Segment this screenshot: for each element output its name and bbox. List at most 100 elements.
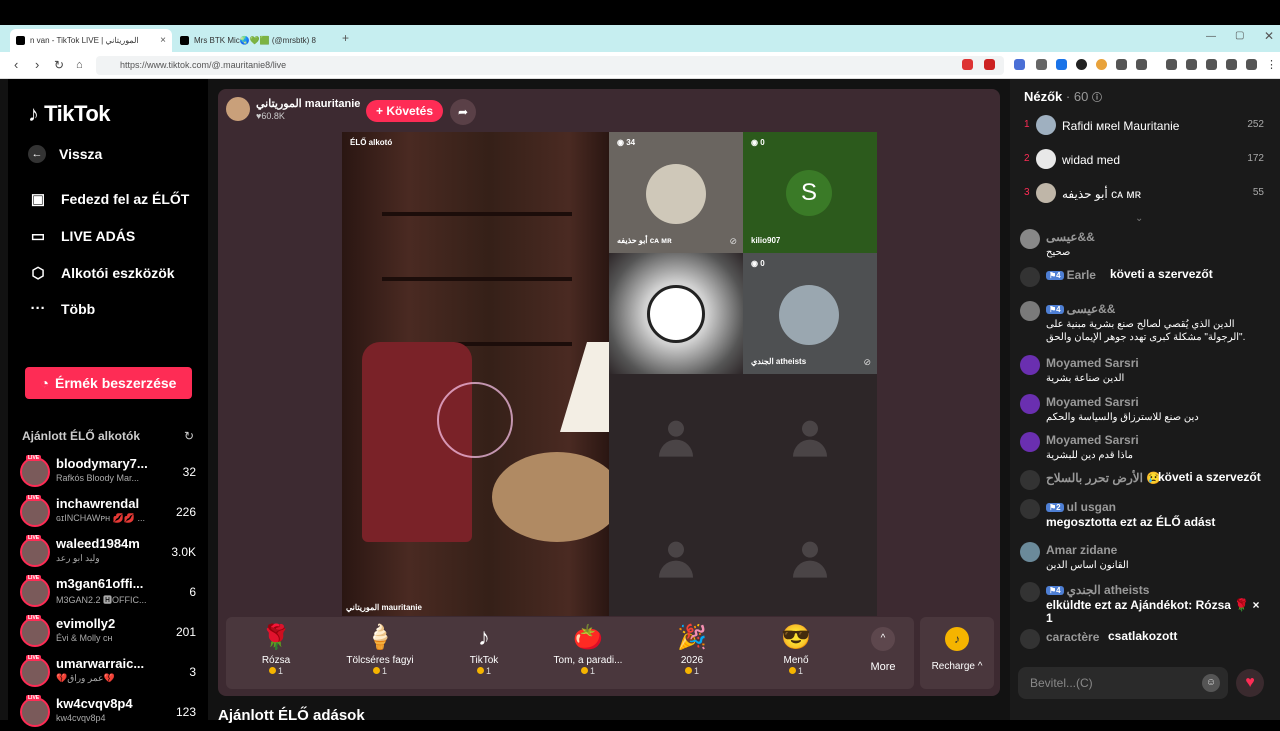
get-coins-button[interactable]: ◔ Érmék beszerzése [25,367,192,399]
new-tab-icon[interactable]: + [342,31,349,45]
avatar[interactable] [1020,470,1040,490]
tiktok-logo[interactable]: ♪ TikTok [28,101,110,127]
extension-icon[interactable] [1116,59,1127,70]
nav-creator-tools[interactable]: ⬡ Alkotói eszközök [28,264,175,282]
gift-item[interactable]: 🍦 Tölcséres fagyi 1 [330,623,430,676]
recommended-creator[interactable]: LIVE bloodymary7... Rafkós Bloody Mar... 32 [20,455,200,491]
chat-user[interactable]: caractère [1046,630,1099,644]
extension-icon[interactable] [1136,59,1147,70]
chat-user[interactable]: ⚑2 ul usgan [1046,500,1116,514]
gift-item[interactable]: 🌹 Rózsa 1 [226,623,326,676]
chat-user[interactable]: ⚑4 الجندي atheists [1046,583,1149,597]
guest-cell[interactable]: ◉ 34 أبو حذيفه ᴄᴀ ᴍʀ ⊘ [609,132,743,253]
extension-icon[interactable] [1076,59,1087,70]
avatar[interactable] [1020,499,1040,519]
tab-active[interactable]: n van - TikTok LIVE | الموريتاني × [10,29,172,52]
refresh-icon[interactable]: ↻ [184,429,194,443]
chat-user[interactable]: ⚑4 عيسى&& [1046,302,1115,316]
empty-seat[interactable] [609,495,743,616]
media-icon[interactable] [1166,59,1177,70]
viewer-row[interactable]: 1 Rafidi ᴍʀel Mauritanie 252 [1024,115,1264,137]
avatar[interactable] [1020,355,1040,375]
recommended-creator[interactable]: LIVE inchawrendal ɢɪINCHAWᴘʜ 💋💋 ... 226 [20,495,200,531]
maximize-icon[interactable]: ▢ [1235,30,1244,41]
avatar[interactable] [1020,267,1040,287]
back-arrow-icon[interactable]: ‹ [14,58,18,72]
gift-item[interactable]: 🎉 2026 1 [642,623,742,676]
recommended-creator[interactable]: LIVE m3gan61offi... M3GAN2.2 🅷OFFIC... 6 [20,575,200,611]
chat-user[interactable]: Moyamed Sarsri [1046,395,1139,409]
recommended-creator[interactable]: LIVE kw4cvqv8p4 kw4cvqv8p4 123 [20,695,200,731]
url-field[interactable]: https://www.tiktok.com/@.mauritanie8/liv… [96,56,1004,75]
chat-user[interactable]: Moyamed Sarsri [1046,433,1139,447]
empty-seat[interactable] [609,374,743,495]
avatar[interactable] [1020,629,1040,649]
home-icon[interactable]: ⌂ [76,58,83,72]
extension-icon[interactable] [962,59,973,70]
chat-user[interactable]: Moyamed Sarsri [1046,356,1139,370]
gift-item[interactable]: ♪ TikTok 1 [434,623,534,676]
viewer-row[interactable]: 2 widad med 172 [1024,149,1264,171]
avatar[interactable] [1020,582,1040,602]
nav-live-studio[interactable]: ▭ LIVE ADÁS [28,227,135,245]
gift-item[interactable]: 🍅 Tom, a paradi... 1 [538,623,638,676]
more-label: More [870,661,896,673]
menu-dots-icon[interactable]: ⋮ [1266,58,1277,71]
sidebar-icon[interactable] [1186,59,1197,70]
share-icon[interactable]: ➦ [450,99,476,125]
recharge-button[interactable]: ♪ Recharge ^ [920,617,994,689]
emoji-icon[interactable]: ☺ [1202,674,1220,692]
creator-nickname: Évi & Molly ᴄʜ [56,633,113,643]
avatar[interactable] [1020,229,1040,249]
more-gifts-button[interactable]: ^ More [856,617,910,689]
host-name[interactable]: الموريتاني mauritanie [256,97,360,110]
extension-icon[interactable] [1036,59,1047,70]
close-tab-icon[interactable]: × [160,35,166,46]
guest-cell[interactable]: S ◉ 0 kilio907 [743,132,877,253]
recommended-creator[interactable]: LIVE umarwarraic... 💔عمر وراق💔 3 [20,655,200,691]
guest-cell[interactable] [609,253,743,374]
recommended-creator[interactable]: LIVE waleed1984m وليد ابو رعد 3.0K [20,535,200,571]
guest-cell[interactable]: ◉ 0 الجندي atheists ⊘ [743,253,877,374]
nav-more[interactable]: ··· Több [28,300,96,317]
recommended-creator[interactable]: LIVE evimolly2 Évi & Molly ᴄʜ 201 [20,615,200,651]
likes-count: 60.8K [261,111,285,121]
avatar[interactable] [1020,432,1040,452]
minimize-icon[interactable]: — [1206,31,1216,42]
extension-icon[interactable] [1096,59,1107,70]
nav-explore-live[interactable]: ▣ Fedezd fel az ÉLŐT [28,190,189,208]
chat-input[interactable]: Bevitel...(C) ☺ [1018,667,1228,699]
extension-icon[interactable] [1056,59,1067,70]
chat-user[interactable]: ⚑4 Earle [1046,268,1096,282]
viewer-row[interactable]: 3 أبو حذيفه ᴄᴀ ᴍʀ 55 [1024,183,1264,205]
forward-arrow-icon[interactable]: › [35,58,39,72]
avatar[interactable] [1020,301,1040,321]
main-video[interactable]: ÉLŐ alkotó الموريتاني mauritanie [342,132,622,616]
chat-user[interactable]: عيسى&& [1046,230,1095,244]
extension-icon[interactable] [1014,59,1025,70]
reload-icon[interactable]: ↻ [54,58,64,72]
chat-user[interactable]: الأرض تحرر بالسلاح 😢 [1046,471,1161,485]
close-window-icon[interactable]: ✕ [1264,29,1274,43]
nav-label: Alkotói eszközök [61,265,175,281]
host-avatar[interactable] [226,97,250,121]
info-icon[interactable]: ⓘ [1092,93,1102,104]
expand-chevron-icon[interactable]: ⌄ [1135,213,1143,224]
empty-seat[interactable] [743,374,877,495]
tab-inactive[interactable]: Mrs BTK Mic🌏💚🟩 (@mrsbtk) 8 [174,29,334,52]
collections-icon[interactable] [1206,59,1217,70]
extension-icon[interactable] [984,59,995,70]
back-button[interactable]: ← Vissza [28,145,102,163]
gift-price: 1 [434,666,534,676]
gift-item[interactable]: 😎 Menő 1 [746,623,846,676]
shield-icon[interactable] [1246,59,1257,70]
avatar[interactable] [1020,542,1040,562]
creator-nickname: kw4cvqv8p4 [56,713,106,723]
viewer-count: 32 [182,465,196,479]
avatar[interactable] [1020,394,1040,414]
downloads-icon[interactable] [1226,59,1237,70]
empty-seat[interactable] [743,495,877,616]
like-heart-icon[interactable]: ♥ [1236,669,1264,697]
follow-button[interactable]: + Követés [366,100,444,122]
chat-user[interactable]: Amar zidane [1046,543,1117,557]
